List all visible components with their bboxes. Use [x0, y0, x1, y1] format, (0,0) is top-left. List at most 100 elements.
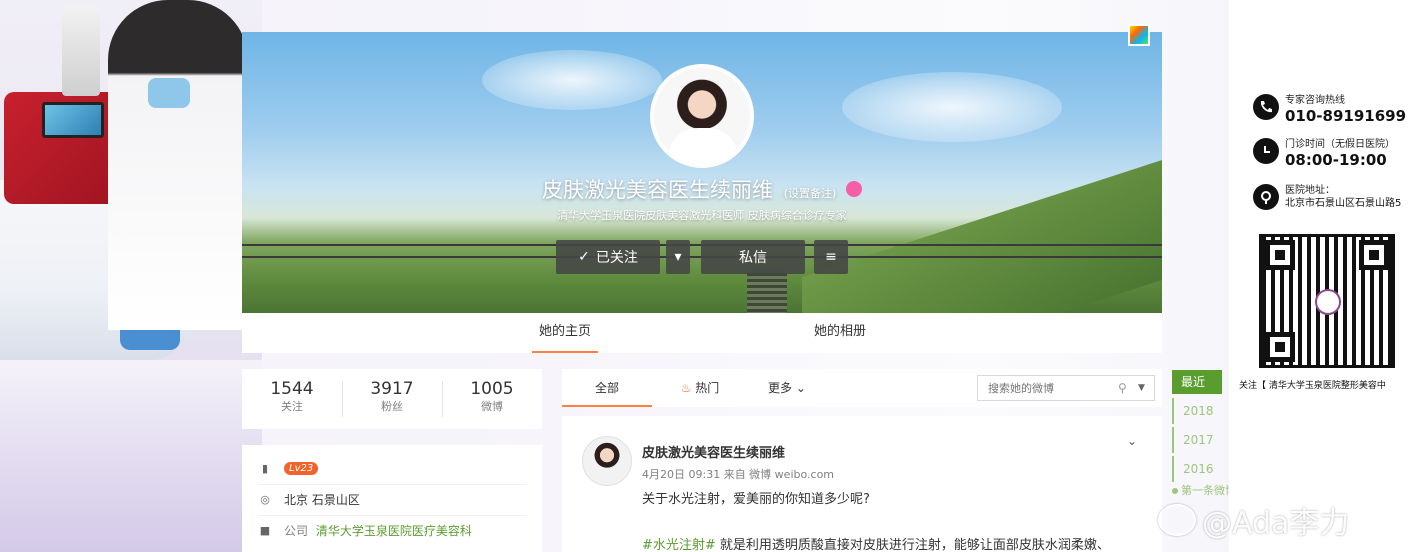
- post-text-body: 就是利用透明质酸直接对皮肤进行注射，能够让面部皮肤水润柔嫩、: [715, 538, 1110, 552]
- watermark-text: @Ada李力: [1202, 506, 1350, 541]
- ad-hours: 门诊时间（无假日医院） 08:00-19:00: [1253, 138, 1395, 169]
- avatar-coat: [668, 128, 738, 164]
- hours-label: 门诊时间（无假日医院）: [1285, 139, 1395, 150]
- bookmark-icon: ▮: [261, 461, 269, 475]
- weibo-search-box: ⚲ ▼: [977, 375, 1155, 401]
- timeline-year[interactable]: 2018: [1172, 398, 1222, 424]
- stats-card: 1544 关注 3917 粉丝 1005 微博: [242, 369, 542, 429]
- chevron-down-icon: ⌄: [795, 381, 806, 395]
- location-pin-icon: ◎: [260, 493, 270, 506]
- info-level-row: ▮ Lv23: [258, 453, 526, 483]
- address-label: 医院地址：: [1285, 185, 1335, 196]
- post-hashtag[interactable]: #水光注射#: [642, 538, 716, 552]
- left-background-photo: [0, 0, 262, 552]
- post-options-chevron-icon[interactable]: ⌄: [1127, 434, 1137, 448]
- tab-home[interactable]: 她的主页: [532, 313, 598, 353]
- hotline-label: 专家咨询热线: [1285, 95, 1345, 106]
- qr-corner: [1265, 332, 1295, 362]
- phone-icon: [1253, 94, 1279, 120]
- stat-posts[interactable]: 1005 微博: [442, 369, 542, 429]
- doctor-figure: [108, 0, 248, 330]
- posts-label: 微博: [481, 400, 503, 413]
- weibo-post: 皮肤激光美容医生续丽维 4月20日 09:31 来自 微博 weibo.com …: [562, 416, 1162, 552]
- qr-code: [1259, 234, 1395, 368]
- level-badge[interactable]: Lv23: [284, 461, 319, 475]
- following-count: 1544: [270, 379, 314, 399]
- feed-tab-more[interactable]: 更多 ⌄: [762, 369, 812, 407]
- profile-name-line: 皮肤激光美容医生续丽维 (设置备注): [242, 174, 1162, 204]
- post-author-avatar[interactable]: [582, 436, 632, 486]
- stat-fans[interactable]: 3917 粉丝: [342, 369, 442, 429]
- background-glow: [0, 360, 262, 552]
- qr-corner: [1265, 240, 1295, 270]
- female-verified-icon: [845, 181, 862, 197]
- theme-palette-icon[interactable]: [1128, 24, 1150, 46]
- doctor-mask: [148, 78, 190, 108]
- qr-logo: [1315, 289, 1341, 315]
- set-remark-link[interactable]: (设置备注): [784, 187, 837, 200]
- feed-tab-more-label: 更多: [768, 381, 793, 395]
- location-icon: [1253, 184, 1279, 210]
- profile-name: 皮肤激光美容医生续丽维: [542, 178, 774, 202]
- fans-label: 粉丝: [381, 400, 403, 413]
- info-card: ▮ Lv23 ◎ 北京 石景山区 ■ 公司 清华大学玉泉医院医疗美容科: [242, 445, 542, 552]
- search-caret-icon[interactable]: ▼: [1138, 383, 1154, 393]
- ad-hotline: 专家咨询热线 010-89191699: [1253, 94, 1406, 125]
- follow-options-button[interactable]: ▾: [666, 240, 690, 274]
- hours-value: 08:00-19:00: [1285, 151, 1387, 169]
- fans-count: 3917: [370, 379, 414, 399]
- location-text: 北京 石景山区: [284, 493, 360, 507]
- feed-filter-bar: 全部 ♨ 热门 更多 ⌄ ⚲ ▼: [562, 369, 1162, 407]
- cover-hill: [802, 147, 1162, 313]
- machine-arm: [62, 6, 100, 96]
- hospital-ad-panel: 专家咨询热线 010-89191699 门诊时间（无假日医院） 08:00-19…: [1229, 0, 1409, 552]
- timeline-recent[interactable]: 最近: [1172, 370, 1222, 394]
- hamburger-icon: ≡: [825, 249, 837, 265]
- timeline-year[interactable]: 2017: [1172, 427, 1222, 453]
- fire-icon: ♨: [680, 381, 692, 395]
- post-text-continued: #水光注射# 就是利用透明质酸直接对皮肤进行注射，能够让面部皮肤水润柔嫩、: [642, 534, 1110, 552]
- briefcase-icon: ■: [259, 524, 271, 537]
- company-prefix: 公司: [284, 524, 309, 538]
- message-button[interactable]: 私信: [701, 240, 805, 274]
- feed-tab-all[interactable]: 全部: [562, 369, 652, 407]
- machine-screen: [42, 102, 104, 138]
- profile-tab-bar: 她的主页 她的相册: [242, 313, 1162, 353]
- weibo-watermark: @Ada李力: [1158, 498, 1349, 542]
- hotline-number: 010-89191699: [1285, 107, 1407, 125]
- timeline-first-post[interactable]: 第一条微博: [1172, 482, 1236, 498]
- feed-tab-hot[interactable]: ♨ 热门: [670, 369, 730, 407]
- followed-button[interactable]: ✓ 已关注: [556, 240, 660, 274]
- cover-cloud: [482, 50, 662, 110]
- profile-avatar[interactable]: [650, 64, 754, 168]
- weibo-logo-icon: [1158, 504, 1196, 536]
- posts-count: 1005: [470, 379, 514, 399]
- ad-address: 医院地址： 北京市石景山区石景山路5: [1253, 184, 1401, 211]
- address-value: 北京市石景山区石景山路5: [1285, 198, 1402, 209]
- check-icon: ✓: [578, 249, 590, 265]
- search-icon[interactable]: ⚲: [1118, 381, 1138, 395]
- timeline-first-label: 第一条微博: [1181, 484, 1236, 497]
- ad-follow-text: 关注【 清华大学玉泉医院整形美容中: [1239, 381, 1386, 391]
- info-company-row: ■ 公司 清华大学玉泉医院医疗美容科: [258, 515, 526, 545]
- profile-description: 清华大学玉泉医院皮肤美容激光科医师 皮肤病综合诊疗专家: [557, 209, 847, 222]
- cover-cloud: [842, 72, 1062, 142]
- stat-following[interactable]: 1544 关注: [242, 369, 342, 429]
- timeline-year[interactable]: 2016: [1172, 456, 1222, 482]
- info-location-row: ◎ 北京 石景山区: [258, 484, 526, 514]
- followed-label: 已关注: [595, 250, 638, 266]
- message-label: 私信: [739, 250, 767, 266]
- company-link[interactable]: 清华大学玉泉医院医疗美容科: [316, 524, 472, 538]
- timeline-dot: [1172, 488, 1178, 494]
- clock-icon: [1253, 138, 1279, 164]
- weibo-search-input[interactable]: [978, 381, 1118, 395]
- qr-corner: [1359, 240, 1389, 270]
- post-author-name[interactable]: 皮肤激光美容医生续丽维: [642, 442, 785, 461]
- tab-album[interactable]: 她的相册: [807, 313, 873, 353]
- more-menu-button[interactable]: ≡: [814, 240, 848, 274]
- post-text: 关于水光注射，爱美丽的你知道多少呢?: [642, 492, 870, 507]
- post-meta: 4月20日 09:31 来自 微博 weibo.com: [642, 468, 835, 481]
- feed-tab-hot-label: 热门: [695, 381, 720, 395]
- cover-stairs: [747, 270, 787, 313]
- following-label: 关注: [281, 400, 303, 413]
